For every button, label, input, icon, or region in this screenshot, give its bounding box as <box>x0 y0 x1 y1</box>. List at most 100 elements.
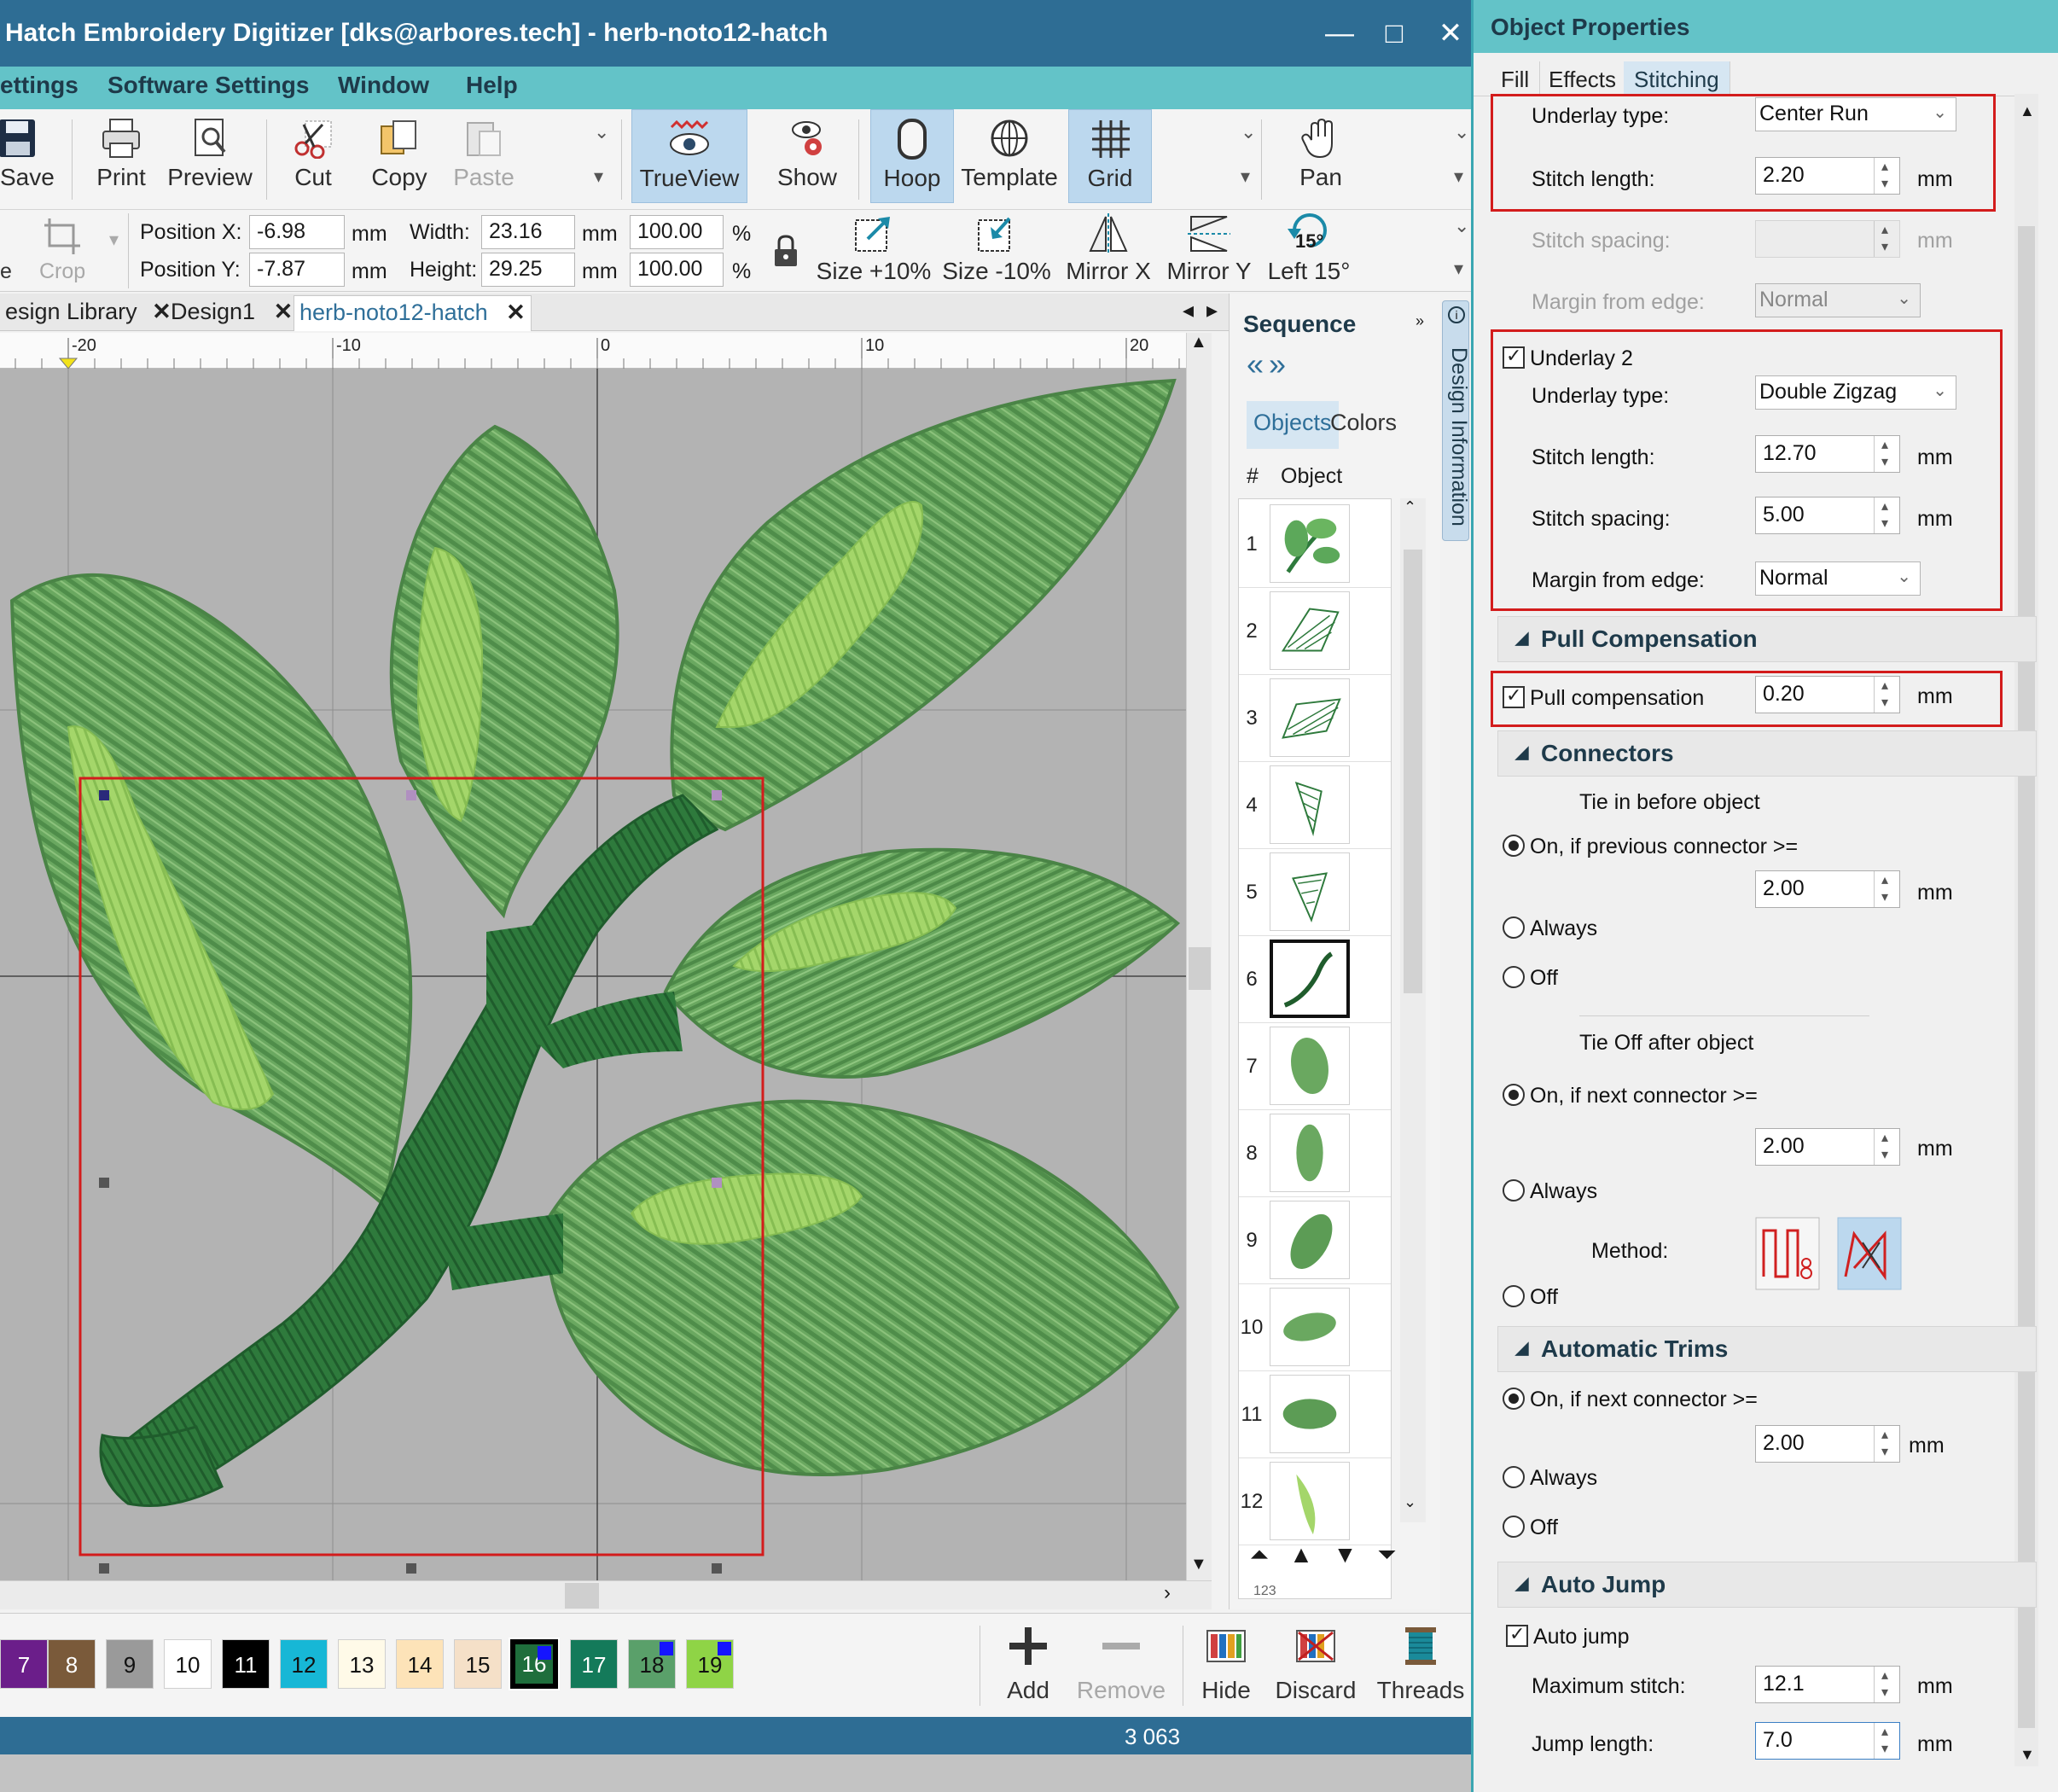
leaf-bottom-right[interactable] <box>544 1099 1180 1476</box>
tie-method-zigzag-icon[interactable] <box>1755 1217 1820 1290</box>
stepper-arrows-icon[interactable] <box>1874 221 1899 257</box>
object-thumbnail[interactable] <box>1270 1201 1350 1279</box>
object-thumbnail[interactable] <box>1270 504 1350 583</box>
color-swatch[interactable]: 9 <box>106 1639 154 1689</box>
trims-on-radio[interactable] <box>1503 1388 1525 1410</box>
color-swatch[interactable]: 19 <box>686 1639 734 1689</box>
stepper-arrows-icon[interactable] <box>1874 436 1899 472</box>
height-percent-input[interactable]: 100.00 <box>630 253 724 287</box>
tab-design1[interactable]: Design1 ✕ <box>166 295 298 331</box>
object-thumbnail[interactable] <box>1270 1288 1350 1366</box>
list-item[interactable]: 4 <box>1239 762 1391 849</box>
tab-colors[interactable]: Colors <box>1323 401 1404 449</box>
list-item[interactable]: 11 <box>1239 1371 1391 1458</box>
tab-scroll-left-icon[interactable]: ◂ <box>1183 297 1194 323</box>
object-thumbnail[interactable] <box>1270 591 1350 670</box>
tab-close-icon[interactable]: ✕ <box>274 299 294 324</box>
tab-fill[interactable]: Fill <box>1491 61 1541 96</box>
object-thumbnail[interactable] <box>1270 678 1350 757</box>
underlay1-stitch-spacing-stepper[interactable] <box>1755 220 1900 258</box>
leaf-left[interactable] <box>9 573 413 1208</box>
embroidery-design[interactable] <box>0 369 1186 1580</box>
maximize-button[interactable]: □ <box>1369 10 1420 56</box>
auto-jump-checkbox[interactable] <box>1506 1623 1528 1647</box>
trueview-button[interactable]: TrueView <box>631 109 747 203</box>
scrollbar-thumb[interactable] <box>565 1583 599 1609</box>
toolbar-overflow-icon[interactable]: ⌄ <box>1241 121 1256 143</box>
list-item[interactable]: 12 <box>1239 1458 1391 1545</box>
show-button[interactable]: Show <box>768 109 846 203</box>
list-item[interactable]: 3 <box>1239 675 1391 762</box>
list-item[interactable]: 10 <box>1239 1284 1391 1371</box>
toolbar-dropdown-icon[interactable]: ▾ <box>1241 166 1250 188</box>
tie-off-stepper[interactable]: 2.00 <box>1755 1128 1900 1166</box>
scroll-up-icon[interactable]: ▲ <box>1190 333 1207 352</box>
object-thumbnail[interactable] <box>1270 940 1350 1018</box>
copy-button[interactable]: Copy <box>358 109 440 203</box>
mirror-x-button[interactable]: Mirror X <box>1058 210 1159 292</box>
scrollbar-thumb[interactable] <box>2018 226 2035 1728</box>
crop-dropdown-icon[interactable]: ▾ <box>109 229 119 251</box>
section-connectors[interactable]: ◢ Connectors <box>1497 730 2037 777</box>
nav-back-icon[interactable]: « <box>1247 346 1264 381</box>
toolbar-overflow-icon[interactable]: ⌄ <box>1454 121 1469 143</box>
trims-stepper[interactable]: 2.00 <box>1755 1425 1900 1463</box>
color-swatch[interactable]: 10 <box>164 1639 212 1689</box>
design-information-tab[interactable]: i Design Information <box>1442 300 1471 541</box>
color-swatch[interactable]: 7 <box>0 1639 48 1689</box>
tab-herb-noto12-hatch[interactable]: herb-noto12-hatch ✕ <box>294 295 532 331</box>
width-input[interactable]: 23.16 <box>481 215 575 249</box>
underlay2-stitch-spacing-stepper[interactable]: 5.00 <box>1755 497 1900 534</box>
list-item[interactable]: 2 <box>1239 588 1391 675</box>
save-button[interactable]: Save <box>0 109 55 203</box>
underlay2-type-dropdown[interactable]: Double Zigzag ⌄ <box>1755 375 1956 410</box>
leaf-top-right[interactable] <box>670 378 1177 832</box>
toolbar-dropdown-icon[interactable]: ▾ <box>1454 258 1463 280</box>
underlay1-type-dropdown[interactable]: Center Run ⌄ <box>1755 97 1956 131</box>
stepper-arrows-icon[interactable] <box>1874 158 1899 194</box>
list-item[interactable]: 6 <box>1239 936 1391 1023</box>
object-thumbnail[interactable] <box>1270 765 1350 844</box>
scroll-down-icon[interactable]: ⌄ <box>1404 1493 1416 1511</box>
close-button[interactable]: ✕ <box>1425 10 1471 56</box>
color-swatch[interactable]: 11 <box>222 1639 270 1689</box>
tie-off-off-radio[interactable] <box>1503 1285 1525 1307</box>
object-thumbnail[interactable] <box>1270 1462 1350 1540</box>
list-item[interactable]: 1 <box>1239 501 1391 588</box>
color-swatch[interactable]: 13 <box>338 1639 386 1689</box>
color-swatch[interactable]: 18 <box>628 1639 676 1689</box>
list-item[interactable]: 8 <box>1239 1110 1391 1197</box>
minimize-button[interactable]: — <box>1314 10 1365 56</box>
color-swatch[interactable]: 15 <box>454 1639 502 1689</box>
tie-in-stepper[interactable]: 2.00 <box>1755 870 1900 908</box>
mirror-y-button[interactable]: Mirror Y <box>1159 210 1259 292</box>
section-pull-compensation[interactable]: ◢ Pull Compensation <box>1497 616 2037 662</box>
maximum-stitch-stepper[interactable]: 12.1 <box>1755 1666 1900 1703</box>
underlay2-stitch-length-stepper[interactable]: 12.70 <box>1755 435 1900 473</box>
size-minus-button[interactable]: Size -10% <box>939 210 1055 292</box>
toolbar-overflow-icon[interactable]: ⌄ <box>1454 215 1469 237</box>
panel-menu-icon[interactable]: » <box>1416 312 1424 330</box>
tab-close-icon[interactable]: ✕ <box>506 300 526 325</box>
section-auto-jump[interactable]: ◢ Auto Jump <box>1497 1562 2037 1608</box>
sequence-numbering-icon[interactable]: 123 <box>1253 1584 1276 1599</box>
scrollbar-thumb[interactable] <box>1404 550 1422 993</box>
tie-in-on-radio[interactable] <box>1503 835 1525 857</box>
color-swatch[interactable]: 8 <box>48 1639 96 1689</box>
threads-button[interactable]: Threads <box>1374 1619 1468 1714</box>
rotate-left-15-button[interactable]: 15° Left 15° <box>1263 210 1355 292</box>
crop-button[interactable]: Crop <box>39 259 85 284</box>
lock-proportions-icon[interactable] <box>771 234 800 268</box>
pull-compensation-stepper[interactable]: 0.20 <box>1755 676 1900 713</box>
stepper-value[interactable]: 7.0 <box>1763 1728 1793 1753</box>
list-item[interactable]: 9 <box>1239 1197 1391 1284</box>
tab-design-library[interactable]: esign Library ✕ <box>0 295 177 331</box>
menu-settings[interactable]: ettings <box>0 72 78 99</box>
add-color-button[interactable]: Add <box>990 1619 1067 1714</box>
color-swatch[interactable]: 17 <box>570 1639 618 1689</box>
scroll-down-icon[interactable]: ▼ <box>2020 1746 2035 1764</box>
object-thumbnail[interactable] <box>1270 1375 1350 1453</box>
width-percent-input[interactable]: 100.00 <box>630 215 724 249</box>
size-plus-button[interactable]: Size +10% <box>814 210 933 292</box>
template-button[interactable]: Template <box>959 109 1060 203</box>
